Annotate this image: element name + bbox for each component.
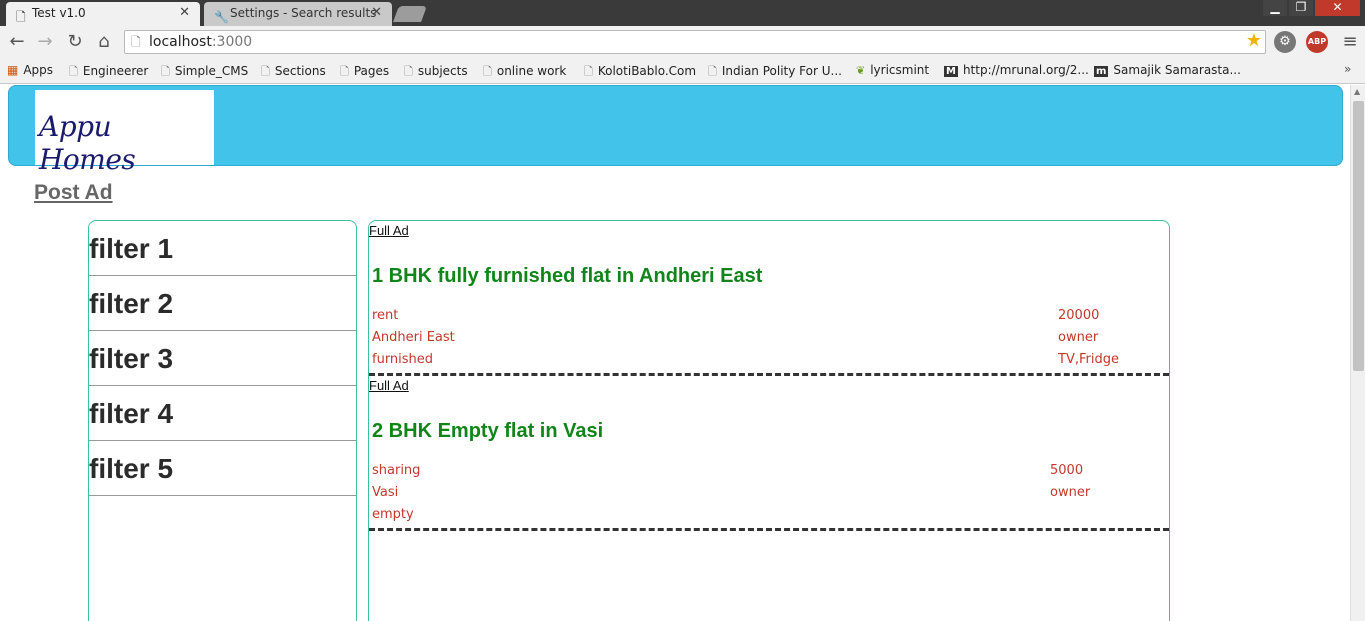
bookmark-kolotibablo[interactable]: 🗋 KolotiBablo.Com <box>584 63 696 82</box>
bookmark-indian-polity[interactable]: 🗋 Indian Polity For U... <box>708 63 842 82</box>
page-icon: 🗋 <box>584 65 593 78</box>
post-ad-link[interactable]: Post Ad <box>34 181 113 205</box>
ad-location: Andheri East <box>372 330 455 345</box>
tab-test[interactable]: 🗋 Test v1.0 ✕ <box>6 2 200 26</box>
page-icon: 🗋 <box>16 10 26 24</box>
browser-toolbar: ← → ↻ ⌂ 🗋 localhost:3000 ★ ⚙ ABP ≡ <box>0 26 1365 58</box>
reload-icon[interactable]: ↻ <box>63 30 87 54</box>
full-ad-link[interactable]: Full Ad <box>369 223 409 238</box>
full-ad-link[interactable]: Full Ad <box>369 378 409 393</box>
bookmark-lyricsmint[interactable]: ❦ lyricsmint <box>856 63 929 77</box>
page-icon: 🗋 <box>261 65 270 78</box>
browser-tabstrip: 🗋 Test v1.0 ✕ 🔧 Settings - Search result… <box>0 0 1365 26</box>
tab-title: Settings - Search results <box>230 6 377 20</box>
home-icon[interactable]: ⌂ <box>92 30 116 54</box>
scroll-up-arrow-icon[interactable]: ▲ <box>1354 87 1360 96</box>
bookmark-label: Samajik Samarasta... <box>1113 63 1241 77</box>
ad-card: Full Ad 2 BHK Empty flat in Vasi sharing… <box>369 376 1169 531</box>
leaf-icon: ❦ <box>856 64 866 77</box>
ad-title: 1 BHK fully furnished flat in Andheri Ea… <box>372 265 763 287</box>
back-arrow-icon[interactable]: ← <box>5 30 29 54</box>
ad-card: Full Ad 1 BHK fully furnished flat in An… <box>369 221 1169 376</box>
bookmark-simple-cms[interactable]: 🗋 Simple_CMS <box>161 63 248 82</box>
bookmark-sections[interactable]: 🗋 Sections <box>261 63 326 82</box>
apps-grid-icon: ▦ <box>7 63 19 77</box>
film-reel-extension-icon[interactable]: ⚙ <box>1274 31 1296 53</box>
ad-furnishing: empty <box>372 507 414 522</box>
ad-price: 5000 <box>1050 463 1084 478</box>
tab-title: Test v1.0 <box>32 6 86 20</box>
bookmark-label: online work <box>496 64 567 78</box>
site-logo[interactable]: Appu Homes <box>35 90 214 176</box>
maximize-button[interactable]: ❐ <box>1289 0 1313 16</box>
bookmark-label: Pages <box>353 64 390 78</box>
close-tab-icon[interactable]: ✕ <box>371 2 382 24</box>
bookmark-label: Sections <box>274 64 326 78</box>
bookmark-apps[interactable]: ▦ Apps <box>7 63 53 77</box>
bookmark-pages[interactable]: 🗋 Pages <box>340 63 389 82</box>
page-icon: 🗋 <box>340 65 349 78</box>
filter-item-4[interactable]: filter 4 <box>89 386 356 441</box>
ad-type: rent <box>372 308 399 323</box>
ad-list: Full Ad 1 BHK fully furnished flat in An… <box>368 220 1170 621</box>
bookmark-mrunal[interactable]: Mhttp://mrunal.org/2... <box>944 63 1089 77</box>
bookmark-label: Indian Polity For U... <box>721 64 842 78</box>
bookmarks-bar: ▦ Apps 🗋 Engineerer 🗋 Simple_CMS 🗋 Sections … <box>0 58 1365 84</box>
ad-title: 2 BHK Empty flat in Vasi <box>372 420 604 442</box>
bookmark-label: Engineerer <box>82 64 149 78</box>
page-viewport: Appu Homes Post Ad filter 1 filter 2 fil… <box>0 85 1350 621</box>
bookmark-label: lyricsmint <box>870 63 930 77</box>
filter-item-2[interactable]: filter 2 <box>89 276 356 331</box>
ad-furnishing: furnished <box>372 352 434 367</box>
page-icon: 🗋 <box>404 65 413 78</box>
address-bar[interactable]: 🗋 localhost:3000 ★ <box>124 30 1266 54</box>
page-scrollbar[interactable]: ▲ <box>1350 85 1365 621</box>
bookmark-star-icon[interactable]: ★ <box>1246 30 1262 52</box>
bookmark-label: http://mrunal.org/2... <box>962 63 1089 77</box>
url-port: :3000 <box>211 34 253 50</box>
ad-poster: owner <box>1050 485 1091 500</box>
page-icon: 🗋 <box>483 65 492 78</box>
logo-text: Appu Homes <box>39 110 136 176</box>
bookmark-online-work[interactable]: 🗋 online work <box>483 63 566 82</box>
scrollbar-thumb[interactable] <box>1353 101 1364 371</box>
page-icon: 🗋 <box>708 65 717 78</box>
ad-price: 20000 <box>1058 308 1100 323</box>
menu-icon[interactable]: ≡ <box>1340 30 1360 54</box>
bookmark-label: Simple_CMS <box>174 64 249 78</box>
ad-type: sharing <box>372 463 421 478</box>
page-icon: 🗋 <box>131 35 141 49</box>
bookmark-samajik[interactable]: m Samajik Samarasta... <box>1094 63 1241 77</box>
bookmark-engineerer[interactable]: 🗋 Engineerer <box>69 63 148 82</box>
filter-item-5[interactable]: filter 5 <box>89 441 356 496</box>
tab-settings[interactable]: 🔧 Settings - Search results ✕ <box>204 2 392 26</box>
adblock-plus-extension-icon[interactable]: ABP <box>1306 31 1328 53</box>
page-icon: 🗋 <box>161 65 170 78</box>
forward-arrow-icon[interactable]: → <box>33 30 57 54</box>
ad-location: Vasi <box>372 485 399 500</box>
filter-panel: filter 1 filter 2 filter 3 filter 4 filt… <box>88 220 357 621</box>
bookmark-label: subjects <box>417 64 468 78</box>
m-favicon-icon: m <box>1094 66 1109 77</box>
ad-poster: owner <box>1058 330 1099 345</box>
filter-item-1[interactable]: filter 1 <box>89 221 356 276</box>
site-header: Appu Homes <box>8 85 1343 176</box>
close-tab-icon[interactable]: ✕ <box>179 2 190 24</box>
url-host: localhost <box>149 34 212 50</box>
bookmark-label: KolotiBablo.Com <box>597 64 697 78</box>
minimize-button[interactable]: ▁ <box>1263 0 1287 16</box>
close-window-button[interactable]: ✕ <box>1315 0 1360 16</box>
bookmark-subjects[interactable]: 🗋 subjects <box>404 63 468 82</box>
page-icon: 🗋 <box>69 65 78 78</box>
bookmark-label: Apps <box>23 63 54 77</box>
ad-amenities: TV,Fridge <box>1058 352 1119 367</box>
bookmarks-overflow-icon[interactable]: » <box>1344 62 1351 76</box>
new-tab-button[interactable] <box>393 6 427 22</box>
filter-item-3[interactable]: filter 3 <box>89 331 356 386</box>
wrench-icon: 🔧 <box>214 10 229 24</box>
m-favicon-icon: M <box>944 66 958 77</box>
